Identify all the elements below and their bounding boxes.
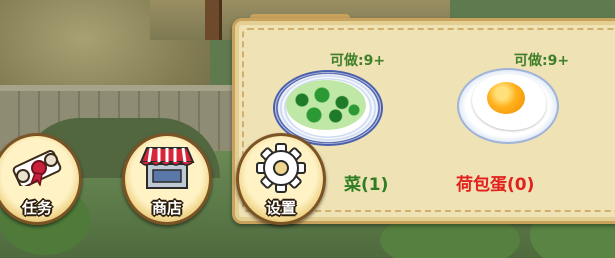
wooden-post: [205, 0, 222, 40]
shop-button-label: 商店: [151, 199, 182, 217]
shop-button[interactable]: 商店: [122, 133, 212, 225]
recipe-2-name: 荷包蛋(0): [456, 175, 535, 195]
task-button-label: 任务: [21, 199, 52, 217]
greens-food: [286, 80, 366, 130]
recipe-1-can-make: 可做:9+: [330, 53, 386, 69]
task-button[interactable]: 任务: [0, 133, 82, 225]
gear-icon: [256, 143, 306, 193]
settings-button-label: 设置: [265, 199, 296, 217]
recipe-1-name: 菜(1): [344, 175, 389, 195]
egg-yolk: [487, 82, 525, 114]
recipe-2-can-make: 可做:9+: [514, 53, 570, 69]
scroll-icon: [12, 150, 62, 186]
shop-icon: [139, 147, 195, 189]
settings-button[interactable]: 设置: [236, 133, 326, 225]
